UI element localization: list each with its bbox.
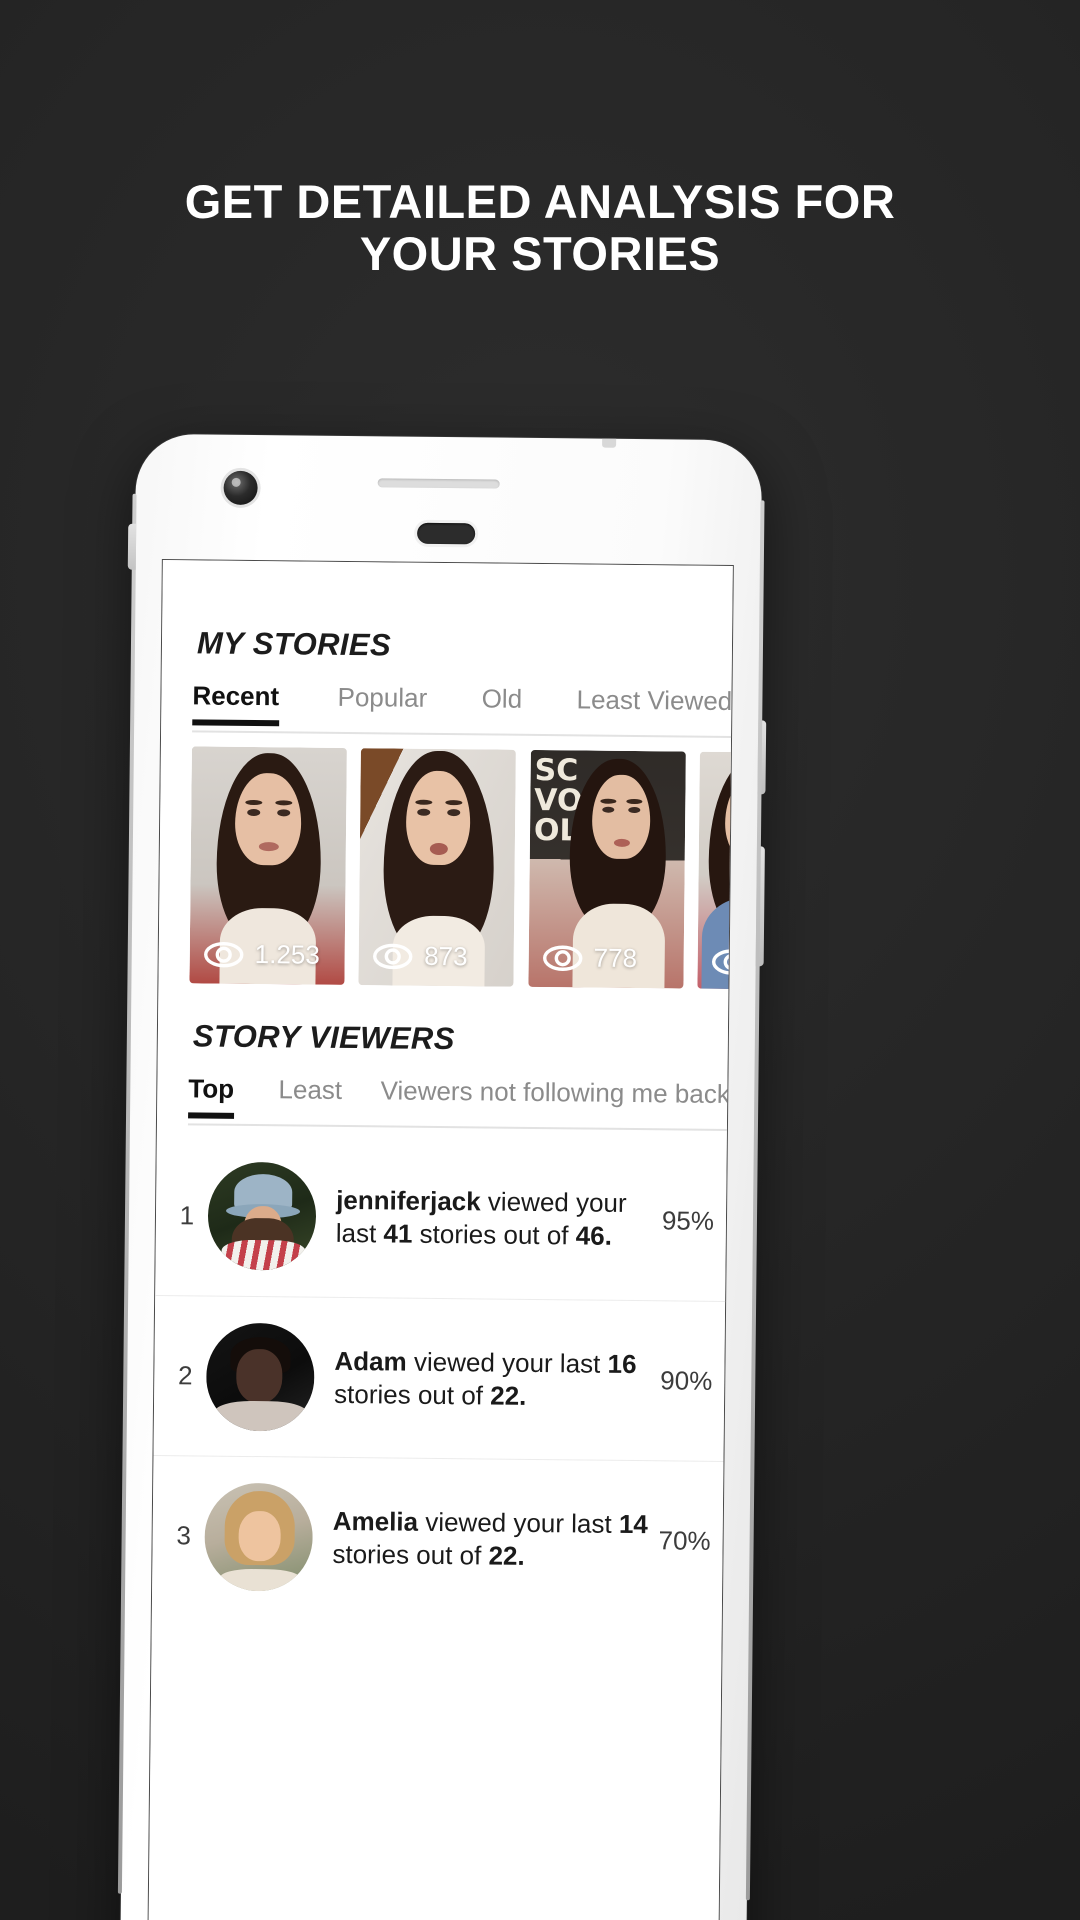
device-top-mark: [602, 438, 617, 448]
story-card[interactable]: [697, 751, 734, 990]
tab-old-label: Old: [481, 683, 523, 714]
story-viewers-list: 1 jenniferjack viewed your last 41 stori…: [151, 1135, 729, 1621]
viewer-text-after: .: [517, 1540, 525, 1571]
viewer-viewed-count: 14: [618, 1508, 649, 1539]
tab-least-label: Least: [278, 1074, 343, 1105]
avatar[interactable]: [207, 1161, 317, 1271]
tab-old[interactable]: Old: [481, 677, 523, 732]
viewer-percent: 70%: [658, 1525, 711, 1556]
tab-recent[interactable]: Recent: [192, 674, 279, 730]
front-camera-icon: [223, 470, 258, 506]
device-volume-button[interactable]: [755, 846, 765, 967]
tab-viewers-not-following-label: Viewers not following me back: [380, 1075, 730, 1110]
viewer-viewed-count: 16: [607, 1348, 637, 1379]
eye-icon: [712, 949, 734, 975]
tab-active-underline: [188, 1112, 234, 1119]
camera-glint: [231, 477, 241, 487]
viewer-percent: 95%: [661, 1204, 715, 1236]
viewer-rank: 3: [176, 1520, 192, 1551]
tab-recent-label: Recent: [192, 680, 280, 712]
story-view-count: 1.253: [254, 939, 320, 970]
phone-device-frame: MY STORIES Recent Popular Old Least View…: [119, 433, 767, 1920]
tab-popular-label: Popular: [337, 681, 428, 713]
device-power-button[interactable]: [757, 720, 767, 795]
viewer-viewed-count: 41: [383, 1218, 413, 1249]
earpiece-speaker: [417, 522, 476, 545]
viewer-total-count: 22: [490, 1380, 520, 1411]
tab-popular[interactable]: Popular: [337, 676, 427, 732]
story-view-count-badge: 873: [373, 940, 468, 972]
story-view-count-badge: 1.253: [204, 939, 320, 971]
viewer-rank: 2: [177, 1360, 193, 1391]
app-viewport: MY STORIES Recent Popular Old Least View…: [147, 560, 734, 1920]
story-card[interactable]: 1.253: [189, 746, 347, 985]
proximity-sensor-strip: [377, 478, 500, 489]
tab-least[interactable]: Least: [278, 1068, 342, 1124]
story-viewers-title: STORY VIEWERS: [192, 1018, 455, 1057]
tab-active-underline: [192, 719, 279, 727]
viewer-total-count: 22: [488, 1540, 518, 1571]
viewer-description: Adam viewed your last 16 stories out of …: [334, 1344, 661, 1413]
avatar[interactable]: [205, 1322, 315, 1432]
viewer-text-before: viewed your last: [417, 1506, 620, 1539]
promo-headline: GET DETAILED ANALYSIS FOR YOUR STORIES: [0, 176, 1080, 280]
story-thumbnail-list[interactable]: 1.253 873 SC VO OL 778: [189, 746, 734, 990]
tab-least-viewed-label: Least Viewed: [576, 684, 733, 717]
viewer-text-after: .: [604, 1220, 613, 1251]
tab-least-viewed[interactable]: Least Viewed: [576, 678, 732, 735]
viewer-description: Amelia viewed your last 14 stories out o…: [332, 1504, 659, 1573]
story-view-count-badge: 778: [542, 942, 637, 974]
viewer-text-middle: stories out of: [333, 1378, 491, 1411]
viewer-percent: 90%: [660, 1365, 713, 1396]
viewer-text-after: .: [518, 1380, 527, 1411]
my-stories-title: MY STORIES: [196, 625, 392, 663]
story-view-count: 873: [424, 940, 468, 972]
eye-icon: [542, 945, 583, 971]
headline-line-1: GET DETAILED ANALYSIS FOR: [184, 175, 896, 228]
viewer-username: jenniferjack: [336, 1184, 481, 1217]
device-left-button[interactable]: [127, 523, 137, 570]
viewer-description: jenniferjack viewed your last 41 stories…: [336, 1184, 663, 1253]
viewer-username: Adam: [334, 1345, 407, 1377]
eye-icon: [373, 943, 413, 969]
headline-line-2: YOUR STORIES: [359, 227, 721, 280]
viewer-text-middle: stories out of: [412, 1218, 576, 1251]
viewer-rank: 1: [179, 1199, 195, 1230]
story-view-count-badge: [712, 949, 734, 976]
story-card[interactable]: 873: [358, 748, 517, 987]
viewer-row[interactable]: 1 jenniferjack viewed your last 41 stori…: [155, 1135, 729, 1301]
phone-screen: MY STORIES Recent Popular Old Least View…: [146, 559, 734, 1920]
viewer-row[interactable]: 3 Amelia viewed your last 14 stories out…: [151, 1455, 726, 1621]
viewer-total-count: 46: [575, 1220, 605, 1251]
story-card[interactable]: SC VO OL 778: [528, 749, 686, 989]
story-view-count: 778: [593, 942, 638, 974]
viewer-username: Amelia: [332, 1505, 419, 1537]
viewer-text-middle: stories out of: [332, 1538, 489, 1571]
eye-icon: [204, 941, 244, 967]
tab-top[interactable]: Top: [188, 1067, 234, 1122]
viewer-text-before: viewed your last: [406, 1346, 608, 1379]
tab-top-label: Top: [188, 1073, 235, 1104]
tab-viewers-not-following[interactable]: Viewers not following me back: [380, 1069, 730, 1128]
avatar[interactable]: [204, 1482, 314, 1592]
viewer-row[interactable]: 2 Adam viewed your last 16 stories out o…: [153, 1295, 728, 1461]
